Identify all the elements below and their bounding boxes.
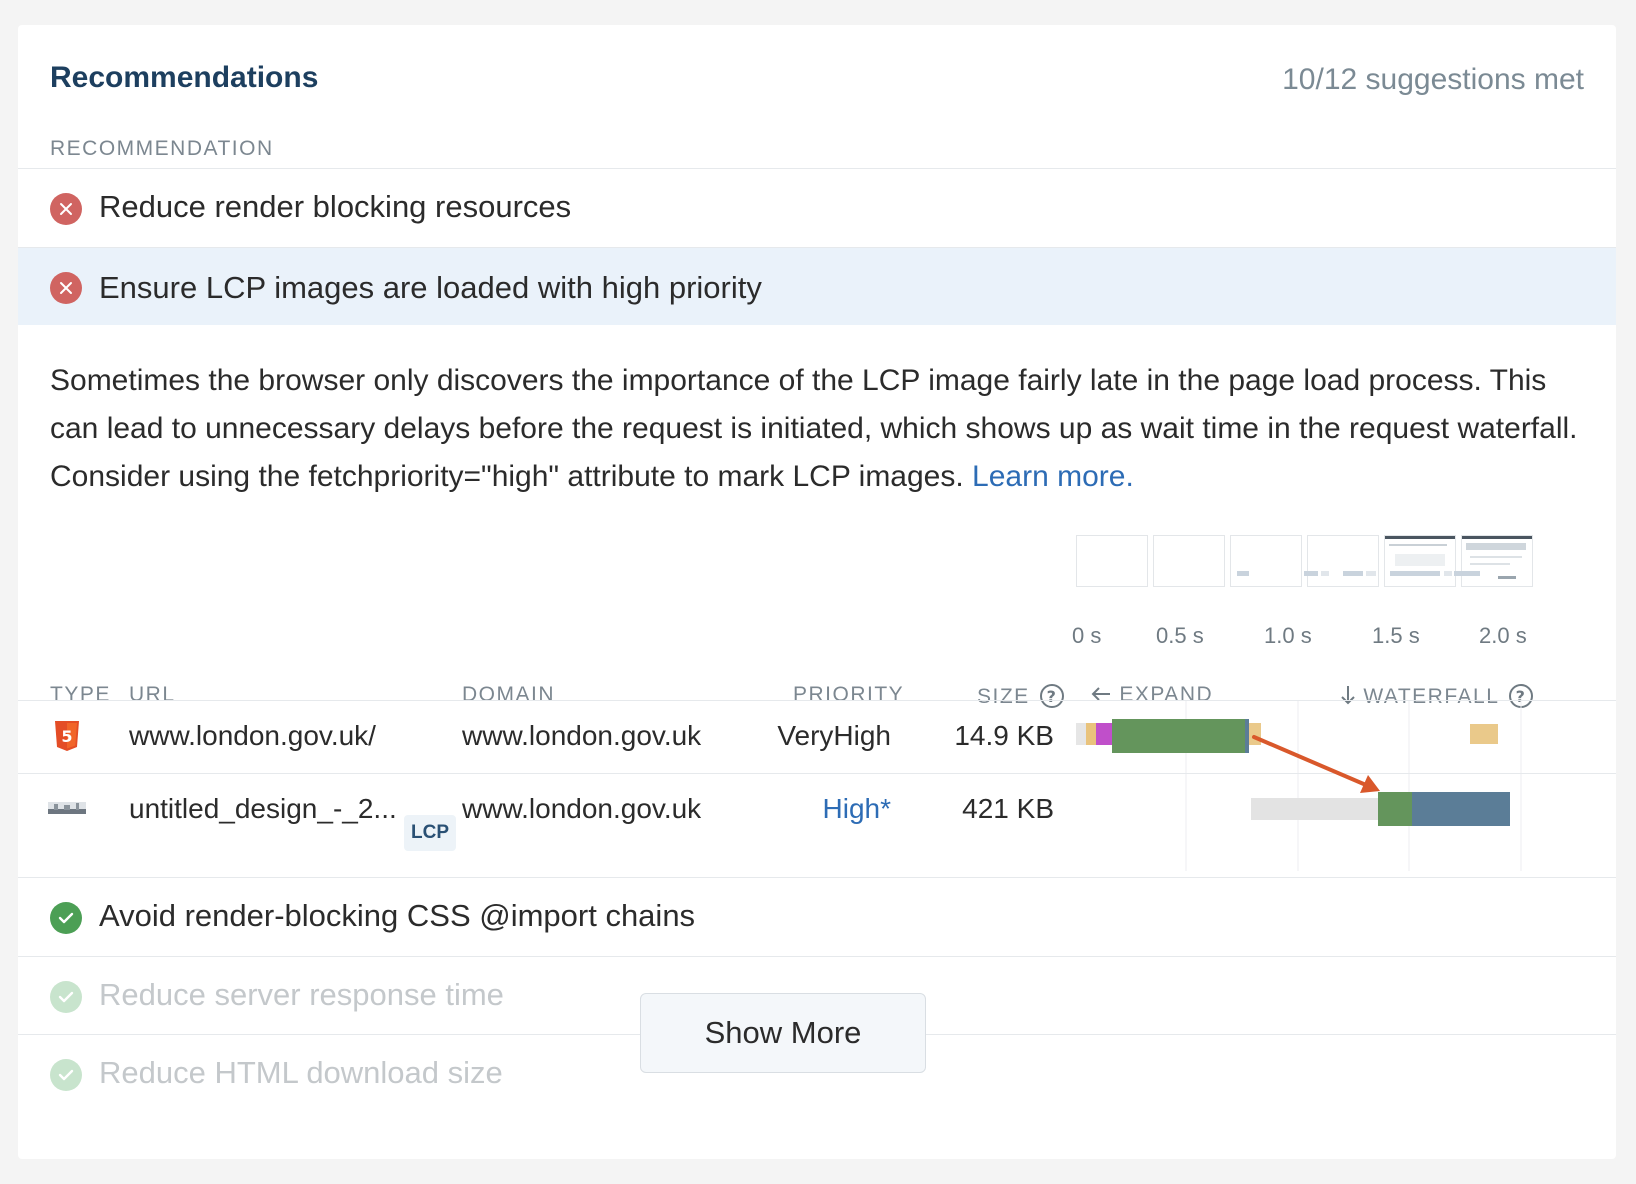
recommendation-row-css-import[interactable]: Avoid render-blocking CSS @import chains xyxy=(18,878,1616,958)
card-header: Recommendations 10/12 suggestions met xyxy=(18,25,1616,145)
request-domain: www.london.gov.uk xyxy=(462,720,702,751)
recommendations-card: Recommendations 10/12 suggestions met RE… xyxy=(18,25,1616,1159)
request-domain: www.london.gov.uk xyxy=(462,793,702,824)
request-size: 421 KB xyxy=(962,793,1054,824)
dependency-arrow xyxy=(1252,735,1380,793)
request-size: 14.9 KB xyxy=(954,720,1054,751)
check-icon xyxy=(50,981,82,1013)
check-icon xyxy=(50,902,82,934)
fail-icon xyxy=(50,272,82,304)
recommendation-label: Reduce HTML download size xyxy=(99,1055,503,1090)
recommendation-label: Avoid render-blocking CSS @import chains xyxy=(99,898,696,933)
recommendation-label: Reduce render blocking resources xyxy=(99,189,572,224)
request-url[interactable]: untitled_design_-_2... xyxy=(129,793,397,825)
priority-value[interactable]: High* xyxy=(823,793,891,824)
request-priority: VeryHigh xyxy=(777,720,891,751)
check-icon xyxy=(50,1059,82,1091)
request-priority: High* xyxy=(718,793,891,825)
image-thumbnail-icon xyxy=(48,802,86,814)
recommendation-column-heading: RECOMMENDATION xyxy=(50,137,274,160)
time-tick: 0 s xyxy=(1072,623,1102,648)
activity-strip xyxy=(1237,571,1480,576)
lcp-badge: LCP xyxy=(404,815,456,851)
fail-icon xyxy=(50,193,82,225)
recommendation-label: Ensure LCP images are loaded with high p… xyxy=(99,270,762,305)
svg-text:5: 5 xyxy=(61,727,72,746)
show-more-button[interactable]: Show More xyxy=(640,993,926,1073)
recommendation-label: Reduce server response time xyxy=(99,977,504,1012)
learn-more-link[interactable]: Learn more. xyxy=(972,460,1134,493)
description-text: Sometimes the browser only discovers the… xyxy=(50,364,1578,493)
suggestions-summary: 10/12 suggestions met xyxy=(1282,63,1584,96)
time-tick: 0.5 s xyxy=(1156,623,1204,648)
recommendation-row-lcp-priority[interactable]: Ensure LCP images are loaded with high p… xyxy=(18,248,1616,325)
time-tick: 1.5 s xyxy=(1372,623,1420,648)
time-tick: 1.0 s xyxy=(1264,623,1312,648)
request-url[interactable]: www.london.gov.uk/ xyxy=(129,720,376,752)
recommendation-description: Sometimes the browser only discovers the… xyxy=(50,357,1590,501)
card-title: Recommendations xyxy=(50,61,319,94)
recommendation-row-render-blocking[interactable]: Reduce render blocking resources xyxy=(18,169,1616,249)
time-tick: 2.0 s xyxy=(1479,623,1527,648)
html5-icon: 5 xyxy=(55,721,79,751)
